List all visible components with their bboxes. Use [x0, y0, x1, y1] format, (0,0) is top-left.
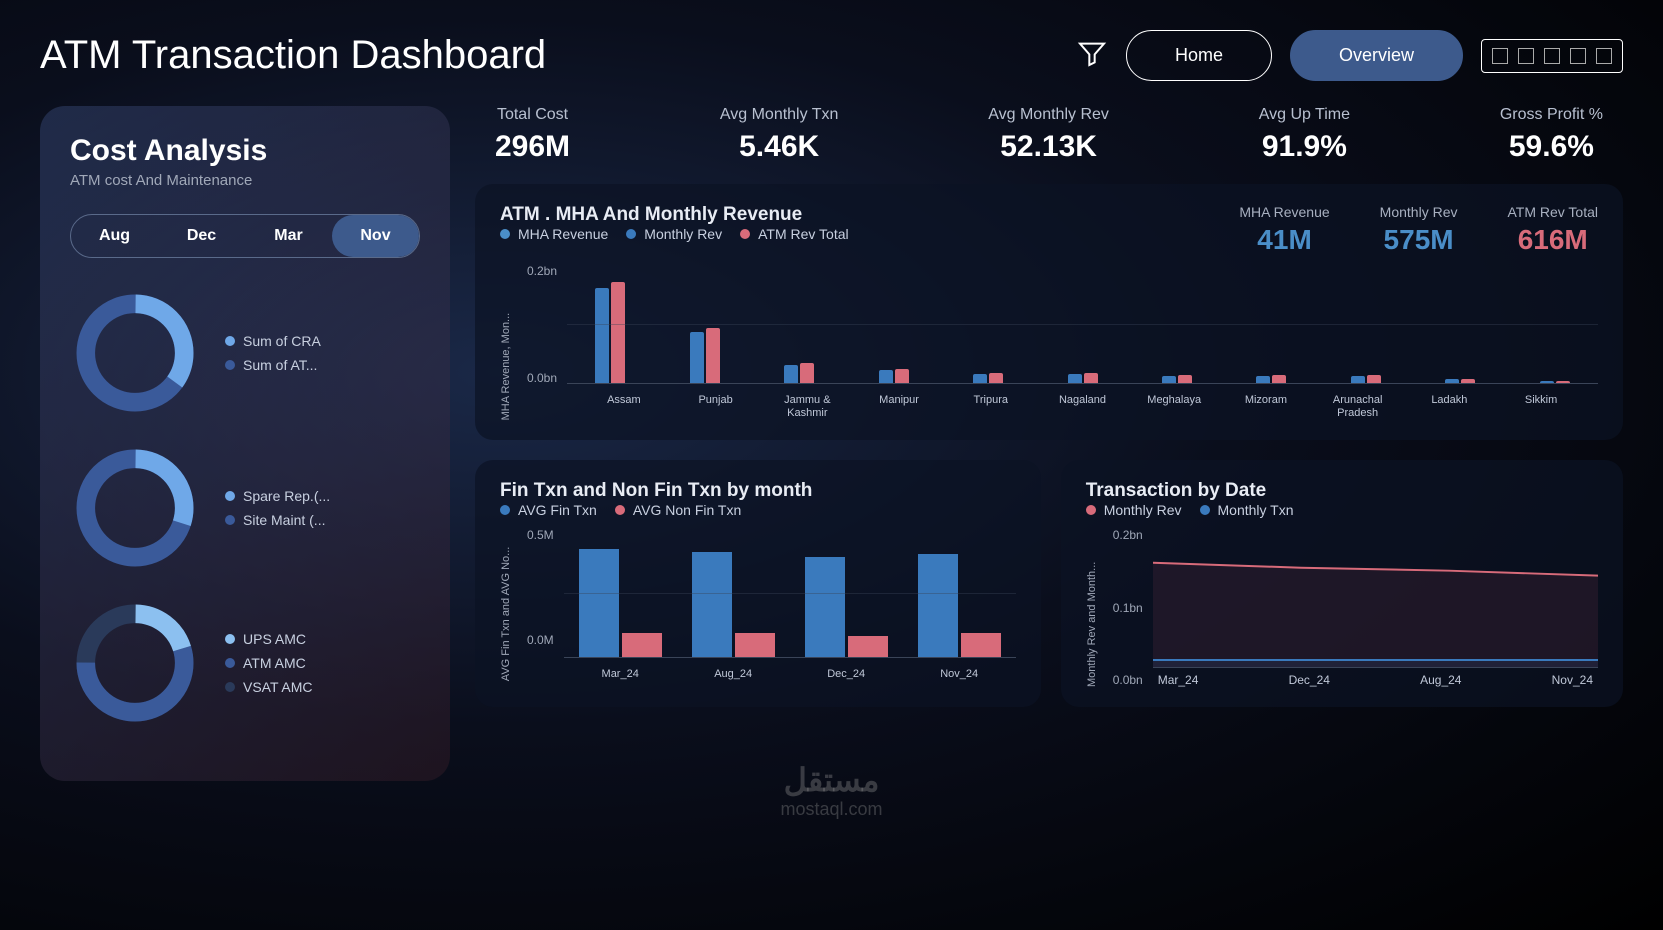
right-column: Total Cost296M Avg Monthly Txn5.46K Avg … [475, 106, 1623, 781]
date-chart-card: Transaction by Date Monthly Rev Monthly … [1061, 460, 1623, 707]
toolbar-icons[interactable] [1481, 39, 1623, 73]
cost-analysis-panel: Cost Analysis ATM cost And Maintenance A… [40, 106, 450, 781]
rev-legend: MHA Revenue Monthly Rev ATM Rev Total [500, 226, 849, 242]
legend-item: ATM AMC [225, 655, 313, 671]
donut-2-legend: Spare Rep.(... Site Maint (... [225, 488, 330, 528]
bar-group[interactable] [756, 273, 842, 383]
kpi-gross-profit: Gross Profit %59.6% [1500, 106, 1603, 164]
tool-icon-2[interactable] [1518, 48, 1534, 64]
legend-item: Site Maint (... [225, 512, 330, 528]
bar-group[interactable] [1039, 273, 1125, 383]
donut-2: Spare Rep.(... Site Maint (... [70, 443, 420, 573]
bar-group[interactable] [1512, 273, 1598, 383]
date-chart[interactable]: Monthly Rev and Month... 0.2bn0.1bn0.0bn… [1086, 528, 1598, 687]
top-controls: Home Overview [1076, 30, 1623, 81]
rev-chart[interactable]: MHA Revenue, Mon... 0.2bn0.0bn AssamPunj… [500, 264, 1598, 420]
donut-1-legend: Sum of CRA Sum of AT... [225, 333, 321, 373]
txn-chart[interactable]: AVG Fin Txn and AVG No... 0.5M0.0M Mar_2… [500, 528, 1016, 681]
date-title: Transaction by Date [1086, 480, 1598, 502]
txn-legend: AVG Fin Txn AVG Non Fin Txn [500, 502, 1016, 518]
kpi-row: Total Cost296M Avg Monthly Txn5.46K Avg … [475, 106, 1623, 164]
bar-group[interactable] [579, 537, 662, 657]
bar-group[interactable] [661, 273, 747, 383]
legend-dot [225, 682, 235, 692]
tool-icon-3[interactable] [1544, 48, 1560, 64]
bottom-row: Fin Txn and Non Fin Txn by month AVG Fin… [475, 460, 1623, 707]
month-selector: Aug Dec Mar Nov [70, 214, 420, 258]
donut-chart-1[interactable] [70, 288, 200, 418]
donut-3: UPS AMC ATM AMC VSAT AMC [70, 598, 420, 728]
legend-dot [225, 491, 235, 501]
cost-title: Cost Analysis [70, 134, 420, 168]
date-legend: Monthly Rev Monthly Txn [1086, 502, 1598, 518]
legend-dot [740, 229, 750, 239]
revenue-chart-card: ATM . MHA And Monthly Revenue MHA Revenu… [475, 184, 1623, 440]
rev-chart-title: ATM . MHA And Monthly Revenue [500, 204, 849, 226]
filter-icon[interactable] [1076, 37, 1108, 74]
legend-dot [225, 360, 235, 370]
page-title: ATM Transaction Dashboard [40, 33, 546, 78]
kpi-avg-rev: Avg Monthly Rev52.13K [988, 106, 1109, 164]
legend-item: Spare Rep.(... [225, 488, 330, 504]
cost-subtitle: ATM cost And Maintenance [70, 172, 420, 189]
bar-group[interactable] [1417, 273, 1503, 383]
bar-group[interactable] [805, 537, 888, 657]
top-bar: ATM Transaction Dashboard Home Overview [40, 30, 1623, 81]
kpi-avg-txn: Avg Monthly Txn5.46K [720, 106, 839, 164]
bar-group[interactable] [945, 273, 1031, 383]
donut-3-legend: UPS AMC ATM AMC VSAT AMC [225, 631, 313, 695]
tool-icon-4[interactable] [1570, 48, 1586, 64]
legend-dot [225, 658, 235, 668]
pill-dec[interactable]: Dec [158, 215, 245, 257]
tool-icon-5[interactable] [1596, 48, 1612, 64]
txn-title: Fin Txn and Non Fin Txn by month [500, 480, 1016, 502]
donut-1: Sum of CRA Sum of AT... [70, 288, 420, 418]
legend-item: VSAT AMC [225, 679, 313, 695]
home-button[interactable]: Home [1126, 30, 1272, 81]
pill-aug[interactable]: Aug [71, 215, 158, 257]
legend-dot [626, 229, 636, 239]
legend-dot [225, 515, 235, 525]
legend-dot [225, 336, 235, 346]
bar-group[interactable] [1228, 273, 1314, 383]
bar-group[interactable] [1323, 273, 1409, 383]
txn-chart-card: Fin Txn and Non Fin Txn by month AVG Fin… [475, 460, 1041, 707]
pill-mar[interactable]: Mar [245, 215, 332, 257]
legend-item: UPS AMC [225, 631, 313, 647]
pill-nov[interactable]: Nov [332, 215, 419, 257]
bar-group[interactable] [692, 537, 775, 657]
overview-button[interactable]: Overview [1290, 30, 1463, 81]
tool-icon-1[interactable] [1492, 48, 1508, 64]
bar-group[interactable] [567, 273, 653, 383]
main-content: Cost Analysis ATM cost And Maintenance A… [40, 106, 1623, 781]
legend-dot [500, 229, 510, 239]
legend-item: Sum of AT... [225, 357, 321, 373]
legend-item: Sum of CRA [225, 333, 321, 349]
donut-chart-2[interactable] [70, 443, 200, 573]
donut-chart-3[interactable] [70, 598, 200, 728]
kpi-uptime: Avg Up Time91.9% [1259, 106, 1350, 164]
legend-dot [225, 634, 235, 644]
bar-group[interactable] [1134, 273, 1220, 383]
rev-metrics: MHA Revenue41M Monthly Rev575M ATM Rev T… [1239, 204, 1598, 256]
kpi-total-cost: Total Cost296M [495, 106, 570, 164]
bar-group[interactable] [850, 273, 936, 383]
bar-group[interactable] [918, 537, 1001, 657]
